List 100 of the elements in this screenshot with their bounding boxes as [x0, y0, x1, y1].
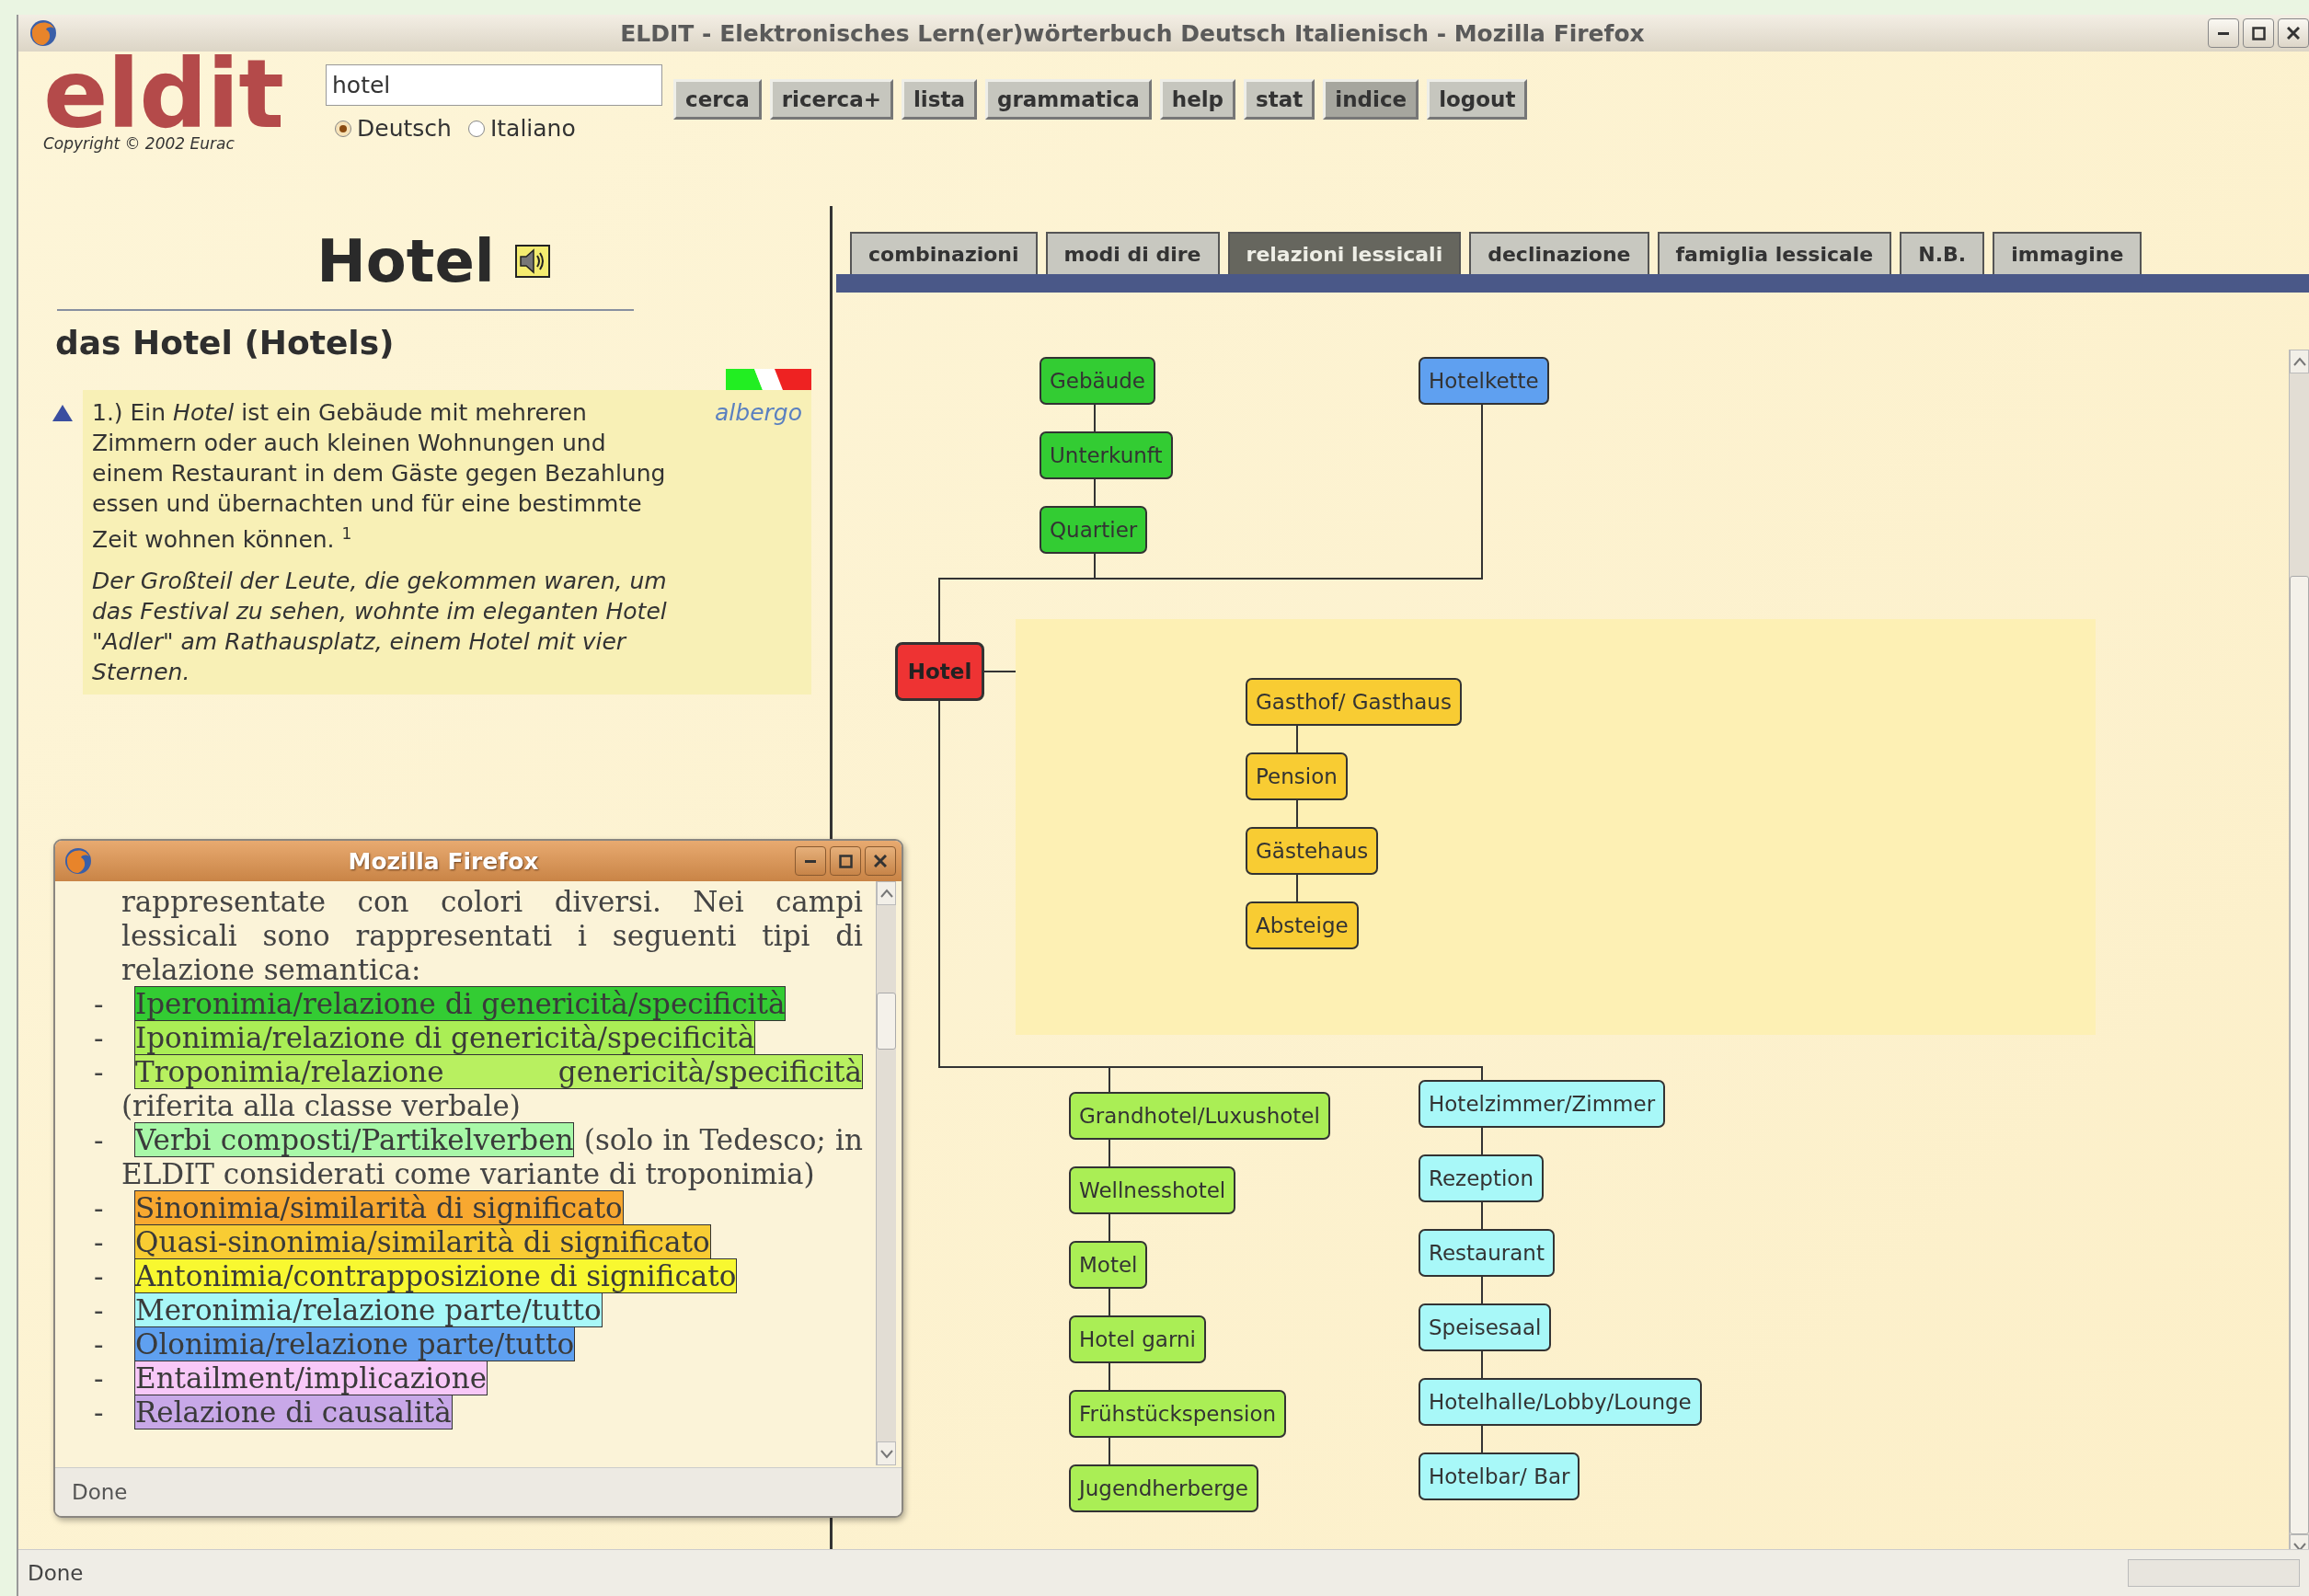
word-node[interactable]: Pension	[1246, 752, 1348, 800]
list-dash: -	[93, 987, 105, 1021]
word-node[interactable]: Jugendherberge	[1069, 1464, 1259, 1512]
tab[interactable]: N.B.	[1900, 232, 1985, 274]
legend-term: Antonimia/contrapposizione di significato	[134, 1258, 738, 1293]
example-text: Der Großteil der Leute, die gekommen waren, um das Festival zu sehen, wohnte im eleganten Hotel "Adler" am Rathausplatz, einem Hotel mit vier Sternen.	[92, 567, 668, 688]
word-node[interactable]: Absteige	[1246, 901, 1359, 949]
minimize-icon	[805, 859, 816, 863]
list-dash: -	[93, 1259, 105, 1293]
list-dash: -	[93, 1055, 105, 1090]
minimize-button[interactable]	[795, 846, 826, 876]
word-node[interactable]: Unterkunft	[1040, 431, 1173, 479]
word-node[interactable]: Wellnesshotel	[1069, 1166, 1236, 1214]
list-dash: -	[93, 1123, 105, 1158]
tab[interactable]: immagine	[1993, 232, 2142, 274]
speaker-icon[interactable]	[514, 245, 550, 278]
logo: eldit	[43, 55, 284, 132]
nav-button[interactable]: cerca	[673, 79, 762, 120]
status-text: Done	[72, 1480, 128, 1504]
triangle-icon[interactable]	[52, 405, 73, 421]
close-icon	[2287, 27, 2300, 40]
legend-term: Iponimia/relazione di genericità/specificità	[134, 1020, 756, 1055]
legend-term: Olonimia/relazione parte/tutto	[134, 1326, 576, 1361]
scrollbar[interactable]	[876, 881, 896, 1465]
word-node[interactable]: Grandhotel/Luxushotel	[1069, 1092, 1330, 1140]
maximize-button[interactable]	[830, 846, 861, 876]
nav-button[interactable]: grammatica	[984, 79, 1152, 120]
list-dash: -	[93, 1361, 105, 1395]
maximize-icon	[838, 854, 853, 868]
legend-entry: Verbi composti/Partikelverben (solo in Tedesco; in ELDIT considerati come variante di troponimia)	[121, 1123, 863, 1191]
copyright-text: Copyright © 2002 Eurac	[43, 134, 235, 153]
legend-entry: Troponimia/relazione genericità/specificità (riferita alla classe verbale)	[121, 1055, 863, 1123]
chevron-up-icon	[879, 888, 894, 899]
nav-button[interactable]: help	[1159, 79, 1236, 120]
legend-term: Meronimia/relazione parte/tutto	[134, 1292, 603, 1327]
word-node[interactable]: Hotelkette	[1419, 357, 1549, 405]
flag-icon[interactable]	[726, 369, 811, 390]
close-button[interactable]	[2278, 18, 2309, 48]
paragraph: rappresentate con colori diversi. Nei campi lessicali sono rappresentati i seguenti tipi di relazione semantica:	[121, 885, 863, 987]
scroll-up-button[interactable]	[2290, 350, 2309, 373]
list-dash: -	[93, 1021, 105, 1055]
window-title: Mozilla Firefox	[347, 847, 540, 875]
nav-button[interactable]: stat	[1244, 79, 1315, 120]
word-node[interactable]: Gästehaus	[1246, 827, 1379, 875]
word-node[interactable]: Motel	[1069, 1241, 1148, 1289]
scroll-thumb[interactable]	[2290, 576, 2309, 1534]
chevron-down-icon	[879, 1448, 894, 1459]
word-node[interactable]: Gasthof/ Gasthaus	[1246, 678, 1462, 726]
headword: Hotel	[316, 226, 495, 296]
language-radio[interactable]: Italiano	[467, 115, 576, 142]
minimize-button[interactable]	[2208, 18, 2239, 48]
word-node[interactable]: Speisesaal	[1419, 1303, 1552, 1351]
maximize-icon	[2251, 26, 2266, 40]
legend-term: Entailment/implicazione	[134, 1361, 488, 1395]
word-node[interactable]: Hotel garni	[1069, 1315, 1206, 1363]
chevron-up-icon	[2292, 356, 2307, 367]
word-node[interactable]: Rezeption	[1419, 1154, 1544, 1202]
scroll-down-button[interactable]	[877, 1441, 896, 1465]
search-field[interactable]: hotel	[326, 64, 662, 106]
maximize-button[interactable]	[2243, 18, 2274, 48]
status-text: Done	[28, 1561, 84, 1585]
scrollbar[interactable]	[2289, 350, 2309, 1549]
tab[interactable]: declinazione	[1469, 232, 1649, 274]
word-node[interactable]: Hotelhalle/Lobby/Lounge	[1419, 1378, 1702, 1426]
close-button[interactable]	[865, 846, 896, 876]
word-node[interactable]: Gebäude	[1040, 357, 1155, 405]
list-dash: -	[93, 1293, 105, 1327]
word-node[interactable]: Quartier	[1040, 506, 1148, 554]
language-radio[interactable]: Deutsch	[335, 115, 452, 142]
list-dash: -	[93, 1225, 105, 1259]
tab[interactable]: famiglia lessicale	[1657, 232, 1892, 274]
scroll-thumb[interactable]	[877, 993, 896, 1050]
tab[interactable]: combinazioni	[850, 232, 1038, 274]
minimize-icon	[2218, 31, 2229, 35]
legend-term: Quasi-sinonimia/similarità di significato	[134, 1224, 711, 1259]
legend-term: Relazione di causalità	[134, 1395, 453, 1430]
word-node[interactable]: Frühstückspension	[1069, 1390, 1287, 1438]
window-title: ELDIT - Elektronisches Lern(er)wörterbuch Deutsch Italienisch - Mozilla Firefox	[619, 19, 1646, 47]
word-node[interactable]: Restaurant	[1419, 1229, 1555, 1277]
chevron-down-icon	[2292, 1541, 2307, 1549]
legend-term: Iperonimia/relazione di genericità/specificità	[134, 986, 787, 1021]
tab[interactable]: relazioni lessicali	[1227, 232, 1462, 274]
word-node[interactable]: Hotelzimmer/Zimmer	[1419, 1080, 1666, 1128]
app-icon	[29, 19, 57, 47]
legend-term: Sinonimia/similarità di significato	[134, 1190, 624, 1225]
nav-button[interactable]: ricerca+	[769, 79, 893, 120]
tab[interactable]: modi di dire	[1045, 232, 1220, 274]
lemma-heading: das Hotel (Hotels)	[55, 324, 396, 362]
scroll-up-button[interactable]	[877, 881, 896, 905]
close-icon	[874, 855, 887, 867]
list-dash: -	[93, 1191, 105, 1225]
nav-button[interactable]: indice	[1323, 79, 1419, 120]
list-dash: -	[93, 1395, 105, 1430]
definition-text: 1.) Ein Hotel ist ein Gebäude mit mehreren Zimmern oder auch kleinen Wohnungen und einem Restaurant in dem Gäste gegen Bezahlung essen und übernachten und für eine bestimmte Zeit wohnen können. $^{1}$	[92, 398, 667, 556]
app-icon	[64, 847, 92, 875]
word-node[interactable]: Hotelbar/ Bar	[1419, 1452, 1580, 1500]
headword-node[interactable]: Hotel	[895, 642, 984, 701]
nav-button[interactable]: lista	[901, 79, 977, 120]
nav-button[interactable]: logout	[1427, 79, 1528, 120]
list-dash: -	[93, 1327, 105, 1361]
